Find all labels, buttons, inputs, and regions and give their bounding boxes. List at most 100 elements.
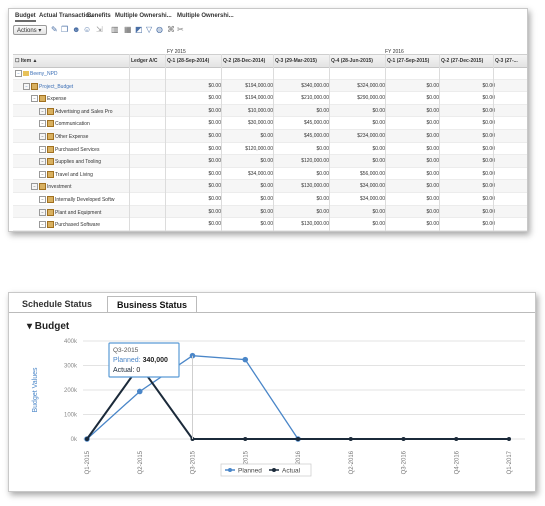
table-row[interactable]: − Other Expense $0.00 $0.00 $45,000.00 $234,0…	[13, 130, 527, 143]
table-cell[interactable]: $0.00	[391, 209, 439, 215]
table-cell[interactable]: $290,000.00	[337, 95, 385, 101]
table-cell[interactable]: $0.00	[447, 83, 495, 89]
column-header[interactable]: Q-2 (27-Dec-2015)	[441, 58, 483, 64]
table-cell[interactable]: $10,000.00	[225, 108, 273, 114]
table-cell[interactable]: $0.00	[447, 183, 495, 189]
table-cell[interactable]: $0.00	[173, 221, 221, 227]
user-add-icon[interactable]: ☺	[83, 25, 91, 35]
table-cell[interactable]: $324,000.00	[337, 83, 385, 89]
column-header[interactable]: Q-1 (28-Sep-2014)	[167, 58, 209, 64]
collapse-icon[interactable]: −	[39, 170, 46, 178]
table-cell[interactable]: $0.00	[391, 146, 439, 152]
refresh-icon[interactable]: ◍	[156, 25, 163, 35]
table-cell[interactable]: $120,000.00	[281, 158, 329, 164]
top-tab[interactable]: Budget	[15, 13, 36, 22]
table-cell[interactable]: $0.00	[447, 146, 495, 152]
column-header[interactable]: Q-4 (28-Jun-2015)	[331, 58, 373, 64]
top-tab[interactable]: Benefits	[87, 13, 111, 19]
table-cell[interactable]: $0.00	[337, 158, 385, 164]
table-cell[interactable]: $0.00	[337, 120, 385, 126]
users-icon[interactable]: ☻	[72, 25, 80, 35]
table-cell[interactable]: $0.00	[391, 83, 439, 89]
table-cell[interactable]: $45,000.00	[281, 133, 329, 139]
top-tab[interactable]: Multiple Ownershi...	[115, 13, 172, 19]
table-cell[interactable]: $0.00	[173, 83, 221, 89]
table-cell[interactable]: $120,000.00	[225, 146, 273, 152]
table-row[interactable]: − Beeny_NPD	[13, 67, 527, 80]
collapse-icon[interactable]: −	[39, 107, 46, 115]
table-cell[interactable]: $0.00	[447, 221, 495, 227]
table-cell[interactable]: $194,000.00	[225, 83, 273, 89]
collapse-icon[interactable]: −	[39, 133, 46, 140]
collapse-icon[interactable]: −	[39, 120, 46, 128]
top-tab[interactable]: Actual Transactio...	[39, 13, 94, 19]
table-cell[interactable]: $210,000.00	[281, 95, 329, 101]
table-cell[interactable]: $0.00	[173, 146, 221, 152]
table-cell[interactable]: $0.00	[337, 146, 385, 152]
table-row[interactable]: − Purchased Services $0.00 $120,000.00 $0.00…	[13, 143, 527, 156]
table-cell[interactable]: $0.00	[173, 196, 221, 202]
collapse-icon[interactable]: −	[31, 183, 38, 191]
table-cell[interactable]: $0.00	[447, 133, 495, 139]
collapse-icon[interactable]: −	[39, 221, 46, 229]
table-cell[interactable]: $0.00	[391, 196, 439, 202]
table-row[interactable]: − Project_Budget $0.00 $194,000.00 $340,000.…	[13, 79, 527, 93]
table-row[interactable]: − Travel and Living $0.00 $34,000.00 $0.00 $5…	[13, 168, 527, 181]
table-cell[interactable]: $0.00	[337, 108, 385, 114]
table-cell[interactable]: $130,000.00	[281, 221, 329, 227]
collapse-icon[interactable]: −	[39, 196, 46, 203]
table-cell[interactable]: $0.00	[225, 133, 273, 139]
column-header[interactable]: Q-2 (28-Dec-2014)	[223, 58, 265, 64]
collapse-icon[interactable]: −	[39, 145, 46, 153]
table-cell[interactable]: $0.00	[447, 209, 495, 215]
table-row[interactable]: − Plant and Equipment $0.00 $0.00 $0.00 $0.00…	[13, 205, 527, 219]
collapse-icon[interactable]: −	[23, 82, 30, 90]
collapse-icon[interactable]: −	[15, 70, 22, 77]
edit-icon[interactable]: ✎	[51, 25, 58, 35]
table-cell[interactable]: $30,000.00	[225, 120, 273, 126]
collapse-icon[interactable]: −	[39, 158, 46, 166]
table-cell[interactable]: $45,000.00	[281, 120, 329, 126]
clear-filter-icon[interactable]: ⌘	[167, 25, 175, 35]
table-cell[interactable]: $234,000.00	[337, 133, 385, 139]
table-cell[interactable]: $0.00	[391, 108, 439, 114]
new-window-icon[interactable]: ❐	[61, 25, 68, 35]
table-cell[interactable]: $130,000.00	[281, 183, 329, 189]
column-header[interactable]: Q-1 (27-Sep-2015)	[387, 58, 429, 64]
filter-icon[interactable]: ▽	[146, 25, 152, 35]
table-row[interactable]: − Expense $0.00 $194,000.00 $210,000.00 $290,…	[13, 92, 527, 105]
row-item-label[interactable]: − Beeny_NPD	[15, 70, 127, 77]
table-cell[interactable]: $34,000.00	[225, 171, 273, 177]
table-cell[interactable]: $0.00	[391, 158, 439, 164]
table-cell[interactable]: $0.00	[391, 183, 439, 189]
table-cell[interactable]: $0.00	[281, 108, 329, 114]
table-row[interactable]: − Advertising and Sales Pro $0.00 $10,000.0…	[13, 104, 527, 118]
table-cell[interactable]: $0.00	[173, 171, 221, 177]
table-row[interactable]: − Supplies and Tooling $0.00 $0.00 $120,000.…	[13, 155, 527, 168]
table-cell[interactable]: $0.00	[225, 196, 273, 202]
table-cell[interactable]: $0.00	[225, 209, 273, 215]
table-cell[interactable]: $0.00	[173, 95, 221, 101]
tools-icon[interactable]: ✂	[177, 25, 184, 35]
table-row[interactable]: − Purchased Software $0.00 $0.00 $130,000.00…	[13, 218, 527, 231]
table-row[interactable]: − Internally Developed Softw $0.00 $0.00 $0.…	[13, 193, 527, 206]
top-tab[interactable]: Multiple Ownershi...	[177, 13, 234, 19]
row-item-label[interactable]: − Project_Budget	[23, 82, 127, 90]
table-cell[interactable]: $0.00	[281, 196, 329, 202]
column-header[interactable]: Q-3 (29-Mar-2015)	[275, 58, 317, 64]
grid-icon[interactable]: ▦	[124, 25, 132, 35]
table-cell[interactable]: $340,000.00	[281, 83, 329, 89]
table-cell[interactable]: $0.00	[391, 171, 439, 177]
collapse-icon[interactable]: −	[39, 208, 46, 216]
table-cell[interactable]: $0.00	[225, 158, 273, 164]
table-cell[interactable]: $0.00	[391, 133, 439, 139]
table-cell[interactable]: $0.00	[281, 209, 329, 215]
table-cell[interactable]: $34,000.00	[337, 196, 385, 202]
table-cell[interactable]: $0.00	[225, 183, 273, 189]
table-cell[interactable]: $34,000.00	[337, 183, 385, 189]
export-icon[interactable]: ⇲	[96, 25, 103, 35]
table-cell[interactable]: $0.00	[447, 108, 495, 114]
column-header-item[interactable]: ☐ Item ▲	[15, 58, 38, 64]
table-row[interactable]: − Investment $0.00 $0.00 $130,000.00 $34,000.…	[13, 180, 527, 193]
table-cell[interactable]: $0.00	[337, 221, 385, 227]
